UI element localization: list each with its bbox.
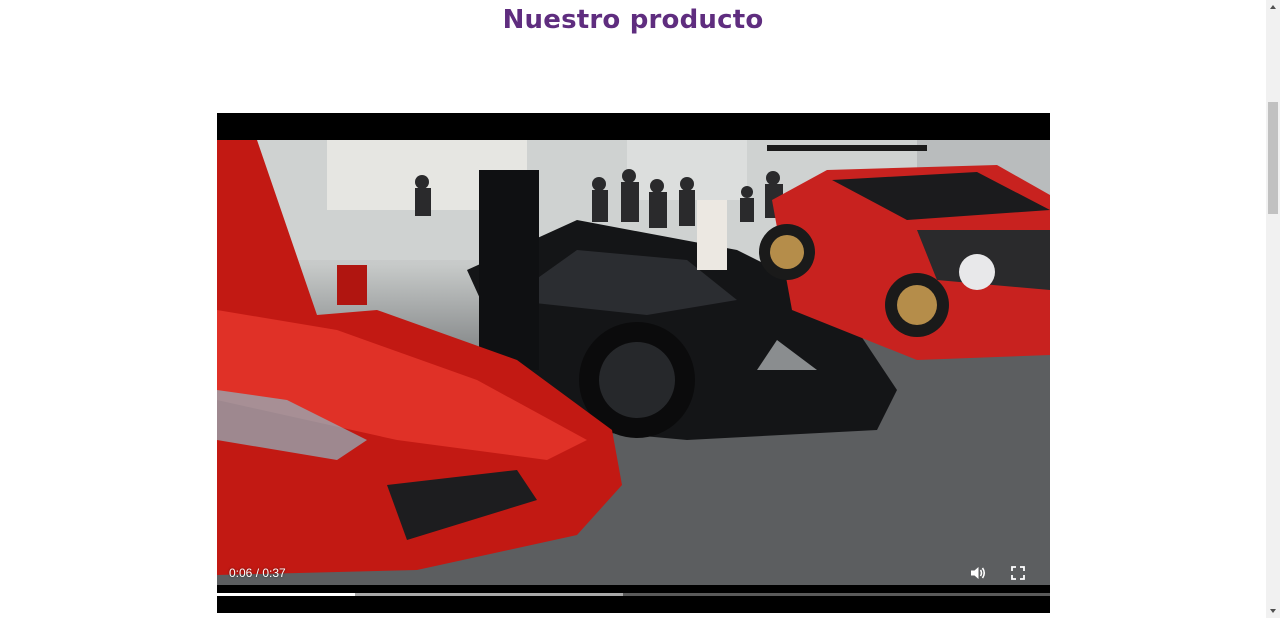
video-player[interactable]: 0:06 / 0:37 [217, 113, 1050, 613]
video-controls: 0:06 / 0:37 [217, 553, 1050, 613]
scroll-down-arrow-icon[interactable] [1266, 604, 1280, 618]
fullscreen-button[interactable] [1008, 563, 1028, 583]
page: Nuestro producto 0:06 / 0:37 [0, 0, 1280, 618]
video-frame[interactable] [217, 140, 1050, 585]
page-scrollbar[interactable] [1266, 0, 1280, 618]
time-display: 0:06 / 0:37 [229, 566, 286, 580]
volume-button[interactable] [968, 563, 988, 583]
video-frame-image [217, 140, 1050, 585]
volume-icon [971, 567, 986, 579]
scroll-up-arrow-icon[interactable] [1266, 0, 1280, 14]
main-content: Nuestro producto 0:06 / 0:37 [0, 0, 1266, 618]
fullscreen-icon [1011, 566, 1025, 580]
progress-played [217, 593, 356, 596]
scroll-thumb[interactable] [1268, 102, 1278, 214]
section-title: Nuestro producto [502, 5, 764, 35]
progress-bar[interactable] [217, 593, 1050, 596]
